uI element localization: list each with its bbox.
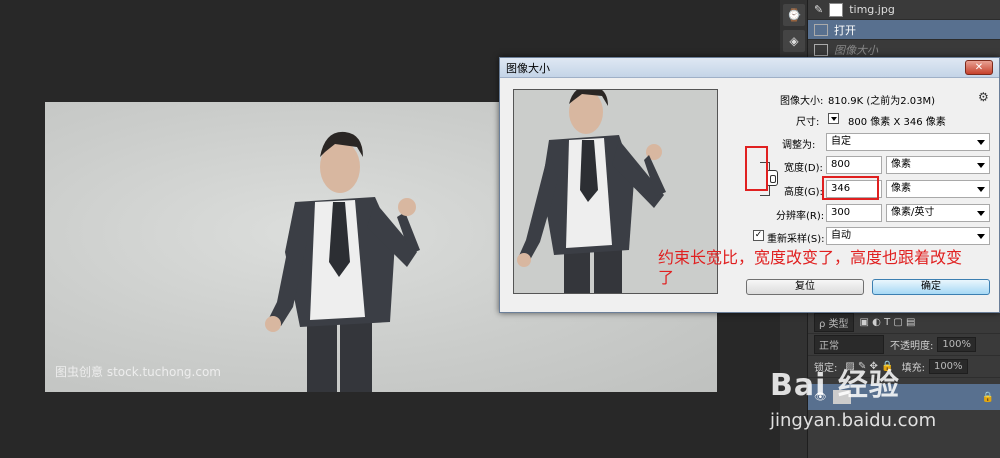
ok-button[interactable]: 确定: [872, 279, 990, 295]
width-label: 宽度(D):: [784, 163, 823, 174]
history-panel: ✎ timg.jpg 打开 图像大小: [808, 0, 1000, 60]
blend-mode-select[interactable]: 正常: [814, 335, 884, 354]
image-size-value: 810.9K (之前为2.03M): [828, 96, 936, 107]
dimensions-unit-dropdown[interactable]: [828, 113, 839, 124]
resample-label: 重新采样(S):: [767, 234, 825, 245]
image-size-dialog: 图像大小 ✕ 图像大小: 810.9K (之前为2.03M) ⚙ 尺寸: 800…: [499, 57, 1000, 313]
resample-checkbox[interactable]: ✓: [753, 230, 764, 241]
annotation-text-line2: 了: [658, 268, 675, 287]
highlight-box-link: [745, 146, 768, 191]
width-input[interactable]: 800: [826, 156, 882, 174]
document-icon: [814, 23, 828, 36]
fill-label: 填充:: [901, 363, 925, 374]
settings-gear-icon[interactable]: ⚙: [978, 90, 989, 104]
stock-watermark: 图虫创意 stock.tuchong.com: [55, 365, 221, 379]
fill-input[interactable]: 100%: [928, 359, 968, 374]
lock-icon: 🔒: [981, 391, 994, 403]
snapshot-thumbnail: [829, 2, 844, 17]
resample-value: 自动: [831, 230, 851, 241]
history-item-label: 图像大小: [834, 43, 878, 57]
history-snapshot[interactable]: ✎ timg.jpg: [808, 0, 1000, 20]
resample-select[interactable]: 自动: [826, 227, 990, 245]
opacity-label: 不透明度:: [890, 341, 934, 352]
width-unit-select[interactable]: 像素: [886, 156, 990, 174]
history-item-label: 打开: [834, 23, 856, 37]
highlight-box-height: [822, 176, 879, 200]
annotation-text-line1: 约束长宽比，宽度改变了，高度也跟着改变: [658, 248, 963, 267]
history-panel-icon[interactable]: ⌚: [783, 4, 805, 26]
layers-blend-row: 正常 不透明度: 100%: [808, 334, 1000, 356]
fit-to-value: 自定: [831, 136, 851, 147]
opacity-input[interactable]: 100%: [937, 337, 976, 352]
filter-icons: ▣ ◐ T ▢ ▤: [859, 317, 916, 328]
chevron-down-icon: [977, 163, 985, 168]
height-label: 高度(G):: [784, 187, 823, 198]
layer-filter-select[interactable]: ρ 类型: [814, 313, 854, 332]
baidu-url-watermark: jingyan.baidu.com: [770, 410, 937, 431]
reset-button[interactable]: 复位: [746, 279, 864, 295]
resolution-unit-value: 像素/英寸: [891, 207, 935, 218]
fit-to-label: 调整为:: [782, 140, 816, 151]
chevron-down-icon: [977, 140, 985, 145]
fit-to-select[interactable]: 自定: [826, 133, 990, 151]
dimensions-value: 800 像素 X 346 像素: [848, 117, 946, 128]
resolution-input[interactable]: 300: [826, 204, 882, 222]
dialog-title: 图像大小: [506, 61, 550, 75]
chevron-down-icon: [977, 211, 985, 216]
baidu-jingyan-logo: Bai 经验: [770, 368, 900, 403]
width-unit-value: 像素: [891, 159, 911, 170]
resolution-unit-select[interactable]: 像素/英寸: [886, 204, 990, 222]
chevron-down-icon: [977, 234, 985, 239]
document-icon: [814, 43, 828, 56]
height-unit-value: 像素: [891, 183, 911, 194]
snapshot-name: timg.jpg: [849, 3, 895, 16]
close-button[interactable]: ✕: [965, 60, 993, 75]
3d-cube-icon[interactable]: ◈: [783, 30, 805, 52]
dialog-titlebar[interactable]: 图像大小: [500, 58, 999, 78]
height-unit-select[interactable]: 像素: [886, 180, 990, 198]
resolution-label: 分辨率(R):: [776, 211, 825, 222]
history-item-open[interactable]: 打开: [808, 20, 1000, 40]
chevron-down-icon: [977, 187, 985, 192]
brush-icon: ✎: [814, 3, 824, 16]
dimensions-label: 尺寸:: [796, 117, 820, 128]
image-size-label: 图像大小:: [780, 96, 824, 107]
layers-filter-row: ρ 类型 ▣ ◐ T ▢ ▤: [808, 312, 1000, 334]
